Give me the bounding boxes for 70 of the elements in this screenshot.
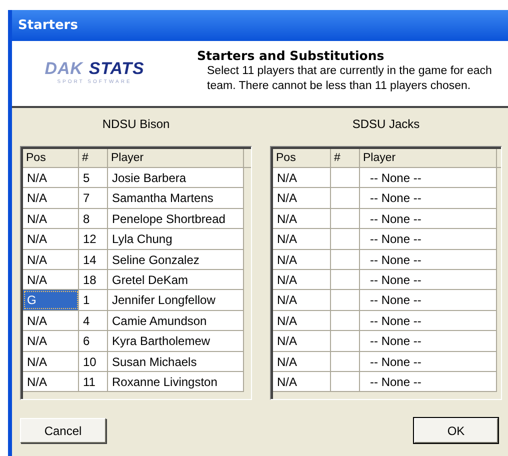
table-cell[interactable]: N/A: [273, 372, 331, 392]
table-cell: Josie Barbera: [108, 168, 244, 188]
table-cell: Roxanne Livingston: [108, 372, 244, 392]
table-cell: -- None --: [360, 352, 497, 371]
team-name: NDSU Bison: [102, 116, 170, 132]
table-cell: 11: [79, 372, 108, 392]
logo-text: DAK: [44, 60, 83, 78]
table-cell: -- None --: [360, 331, 497, 351]
logo-text: STATS: [88, 60, 144, 78]
table-cell: -- None --: [360, 310, 497, 330]
window-title: Starters: [18, 16, 78, 35]
table-cell[interactable]: N/A: [273, 208, 331, 228]
table-cell: -- None --: [360, 188, 497, 208]
table-cell[interactable]: N/A: [23, 270, 79, 290]
table-cell: Camie Amundson: [108, 310, 244, 330]
table-cell: -- None --: [360, 208, 497, 228]
column-header[interactable]: Player: [360, 149, 497, 167]
ok-button[interactable]: OK: [414, 418, 498, 443]
table-cell[interactable]: N/A: [23, 310, 79, 330]
table-cell[interactable]: N/A: [273, 290, 331, 310]
column-header[interactable]: Player: [108, 149, 244, 167]
table-cell: Penelope Shortbread: [108, 208, 244, 228]
table-cell: Lyla Chung: [108, 229, 244, 249]
cancel-button[interactable]: Cancel: [20, 418, 106, 443]
table-cell: Gretel DeKam: [108, 270, 244, 290]
table-cell[interactable]: N/A: [23, 250, 79, 269]
table-cell: -- None --: [360, 229, 497, 249]
column-header[interactable]: Pos: [273, 149, 331, 167]
table-cell[interactable]: N/A: [23, 208, 79, 228]
table-cell: 14: [79, 250, 108, 269]
dialog-heading: Starters and Substitutions: [197, 48, 386, 64]
table-cell: 7: [79, 188, 108, 208]
table-cell[interactable]: N/A: [23, 352, 79, 371]
table-cell: 6: [79, 331, 108, 351]
table-cell[interactable]: N/A: [273, 168, 331, 188]
table-cell: Jennifer Longfellow: [108, 290, 244, 310]
table-cell: Kyra Bartholemew: [108, 331, 244, 351]
table-cell: 5: [79, 168, 108, 188]
table-cell[interactable]: N/A: [23, 331, 79, 351]
column-header[interactable]: Pos: [23, 149, 79, 167]
table-cell[interactable]: N/A: [273, 270, 331, 290]
table-cell: Susan Michaels: [108, 352, 244, 371]
table-cell[interactable]: N/A: [23, 168, 79, 188]
table-cell[interactable]: N/A: [23, 229, 79, 249]
dialog-description: Select 11 players that are currently in the game for each team. There cannot be less than 11 players chosen.: [206, 64, 493, 94]
table-cell[interactable]: N/A: [273, 352, 331, 371]
table-cell: -- None --: [360, 372, 497, 392]
table-cell: -- None --: [360, 250, 497, 269]
table-cell[interactable]: N/A: [23, 372, 79, 392]
team-name: SDSU Jacks: [352, 116, 420, 132]
table-cell[interactable]: G: [23, 290, 79, 310]
table-cell: Samantha Martens: [108, 188, 244, 208]
table-cell[interactable]: N/A: [273, 331, 331, 351]
table-cell[interactable]: N/A: [23, 188, 79, 208]
table-cell: 8: [79, 208, 108, 228]
table-cell: Seline Gonzalez: [108, 250, 244, 269]
table-cell: 1: [79, 290, 108, 310]
table-cell[interactable]: N/A: [273, 188, 331, 208]
table-cell: 12: [79, 229, 108, 249]
table-cell: -- None --: [360, 270, 497, 290]
table-cell[interactable]: N/A: [273, 250, 331, 269]
table-cell: 10: [79, 352, 108, 371]
table-cell: -- None --: [360, 290, 497, 310]
column-header[interactable]: #: [331, 149, 360, 167]
table-cell: -- None --: [360, 168, 497, 188]
table-cell: 18: [79, 270, 108, 290]
table-cell[interactable]: N/A: [273, 229, 331, 249]
table-cell: 4: [79, 310, 108, 330]
column-header[interactable]: #: [79, 149, 108, 167]
table-cell[interactable]: N/A: [273, 310, 331, 330]
